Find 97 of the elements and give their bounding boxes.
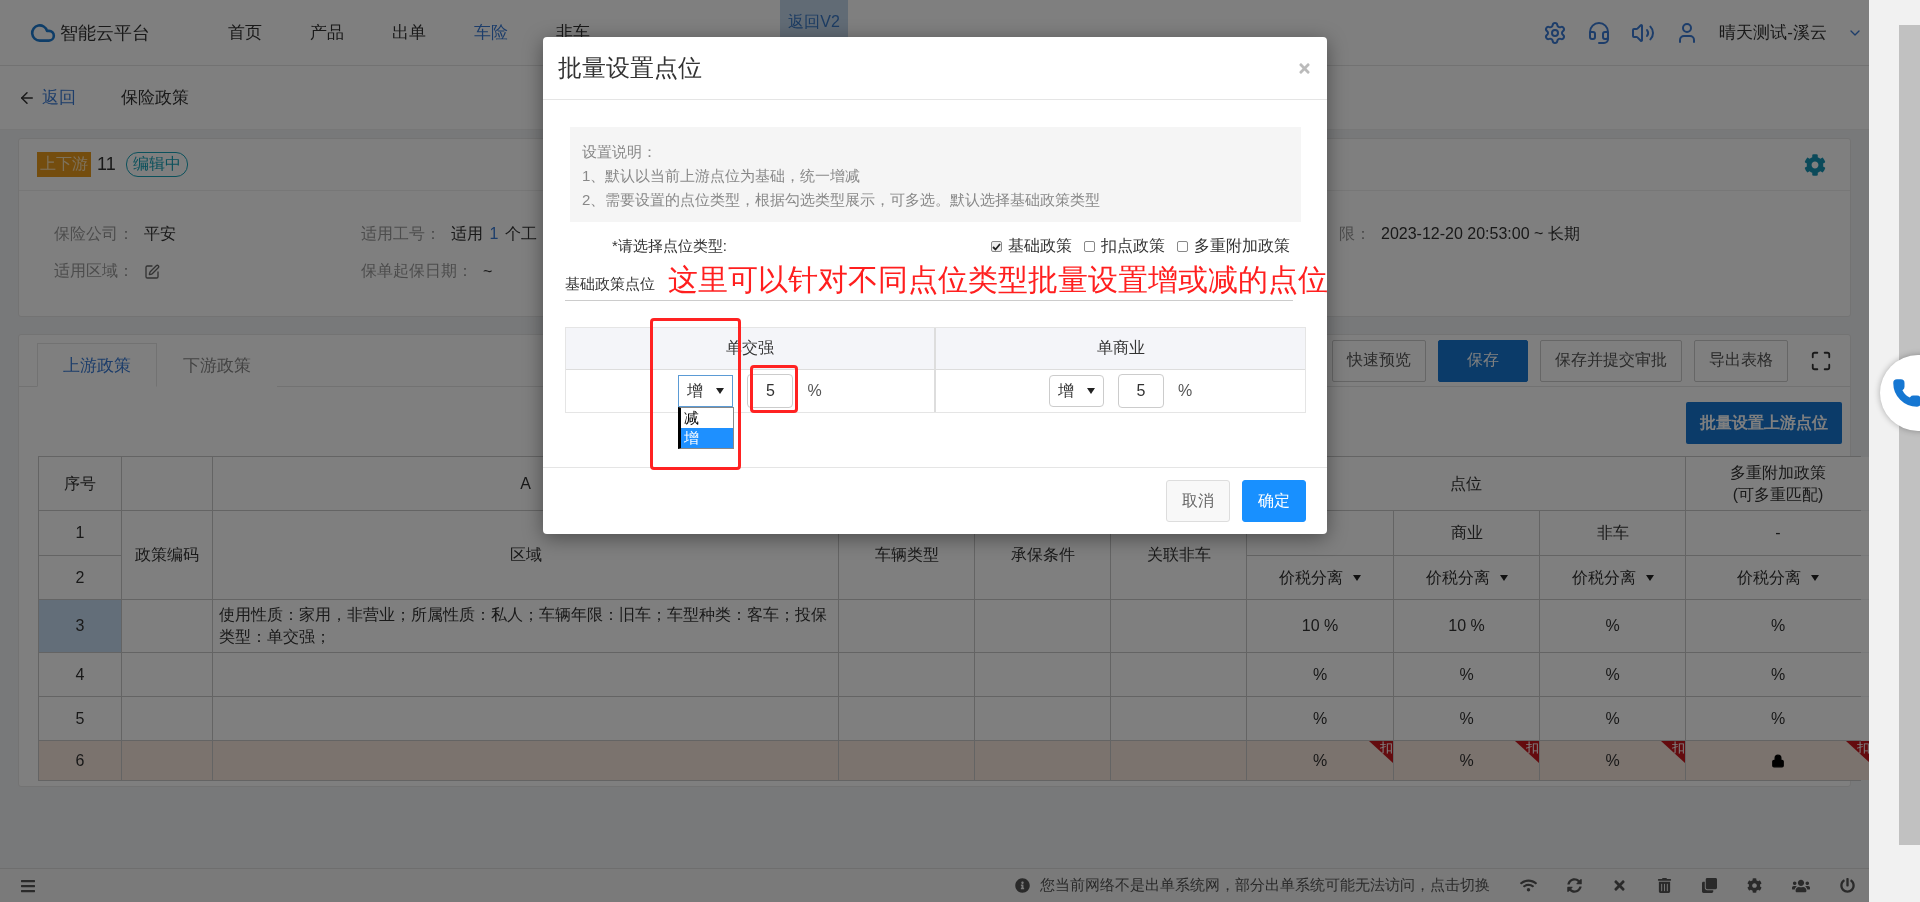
trash-icon[interactable] (1657, 878, 1672, 893)
field-value: 平安 (144, 224, 176, 244)
info-icon (1015, 878, 1030, 893)
table-cell-text: 10 % (1448, 616, 1485, 637)
fullscreen-icon[interactable] (1810, 349, 1832, 372)
caret-icon (1353, 574, 1361, 581)
row-number[interactable]: 2 (39, 556, 121, 599)
table-cell-text: % (1770, 664, 1786, 685)
refresh-icon[interactable] (1567, 878, 1582, 893)
table-cell: 使用性质：家用，非营业；所属性质：私人；车辆年限：旧车；车型种类：客车；投保类型：单交强； (213, 600, 838, 652)
unit-label: % (1177, 382, 1193, 400)
table-cell-text: % (1770, 708, 1786, 729)
policy-number: 11 (97, 154, 116, 175)
table-cell-text: % (1312, 664, 1328, 685)
toolbar-button[interactable]: 快速预览 (1332, 339, 1426, 382)
nav-item[interactable]: 首页 (228, 21, 310, 44)
tab[interactable]: 上游政策 (37, 343, 157, 387)
deduct-tag: 扣 (1515, 741, 1539, 763)
points-input[interactable]: 5 (1117, 374, 1164, 408)
app-name: 智能云平台 (60, 21, 150, 45)
type-checkbox[interactable]: 多重附加政策 (1177, 236, 1290, 257)
instruction-text: 1、默认以当前上游点位为基础，统一增减 (582, 166, 862, 186)
back-link[interactable]: 返回 (18, 86, 76, 109)
dialog-button[interactable]: 取消 (1166, 480, 1230, 522)
settings-icon[interactable] (1804, 153, 1826, 176)
field-value: 适用 1 个工 (451, 224, 537, 244)
table-cell-text: % (1459, 708, 1474, 729)
column-header: 单商业 (936, 328, 1305, 370)
table-cell-text: % (1605, 664, 1620, 685)
points-input[interactable]: 5 (747, 374, 794, 408)
toolbar-button[interactable]: 保存 (1438, 339, 1528, 382)
field-label: *请选择点位类型: (612, 237, 727, 256)
instruction-text: 设置说明： (582, 142, 658, 162)
table-cell-text: % (1312, 708, 1328, 729)
page-title: 保险政策 (121, 87, 189, 109)
column-header: 序号 (39, 457, 121, 510)
row-number[interactable]: 4 (39, 653, 121, 696)
wifi-icon[interactable] (1520, 877, 1537, 894)
user-name[interactable]: 晴天测试-溪云 (1719, 21, 1827, 44)
caret-icon (716, 388, 725, 394)
type-checkbox[interactable]: 扣点政策 (1084, 236, 1165, 257)
column-header: 商业 (1394, 511, 1539, 555)
instruction-text: 2、需要设置的点位类型，根据勾选类型展示，可多选。默认选择基础政策类型 (582, 190, 1102, 210)
field-value: ~ (483, 262, 493, 281)
menu-icon[interactable] (20, 877, 36, 894)
batch-set-button[interactable]: 批量设置上游点位 (1686, 402, 1842, 444)
table-cell-text: 10 % (1301, 616, 1339, 637)
row-number[interactable]: 1 (39, 511, 121, 555)
table-cell-text: % (1312, 750, 1328, 771)
column-header: - (1686, 511, 1870, 555)
section-title: 基础政策点位 (565, 275, 655, 292)
dialog-button[interactable]: 确定 (1242, 480, 1306, 522)
table-cell-text: % (1605, 616, 1620, 637)
direction-select[interactable]: 增 (1048, 375, 1104, 407)
nav-item[interactable]: 车险 (474, 21, 556, 44)
field-value: 2023-12-20 20:53:00 ~ 长期 (1381, 224, 1580, 244)
row-number[interactable]: 3 (39, 600, 121, 652)
caret-icon (1811, 574, 1819, 581)
table-cell-text: % (1770, 616, 1786, 637)
dialog-title: 批量设置点位 (558, 53, 702, 83)
annotation-text: 这里可以针对不同点位类型批量设置增或减的点位 (668, 262, 1328, 298)
close-icon[interactable] (1297, 60, 1312, 76)
check-icon (992, 242, 1001, 251)
caret-icon (1645, 574, 1654, 581)
highlight-frame (750, 365, 798, 413)
deduct-tag: 扣 (1369, 741, 1393, 763)
type-checkbox[interactable]: 基础政策 (991, 236, 1072, 257)
close-icon[interactable] (1612, 878, 1627, 893)
table-cell-text: % (1459, 664, 1474, 685)
row-number[interactable]: 5 (39, 697, 121, 740)
unit-label: % (807, 382, 822, 400)
dropdown-option[interactable]: 增 (681, 428, 734, 448)
type-badge: 上下游 (37, 152, 91, 177)
table-cell-text: % (1605, 750, 1620, 771)
toolbar-button[interactable]: 保存并提交审批 (1540, 339, 1682, 382)
toolbar-button[interactable]: 导出表格 (1694, 339, 1788, 382)
table-cell-text: % (1605, 708, 1620, 729)
lock-icon (1771, 753, 1785, 768)
settings-icon[interactable] (1747, 878, 1762, 893)
caret-icon (1499, 574, 1508, 581)
column-header: 多重附加政策 (可多重匹配) (1686, 457, 1870, 510)
column-header: 政策编码 (122, 511, 212, 599)
phone-icon (1892, 378, 1920, 408)
copy-icon[interactable] (1702, 878, 1717, 893)
column-header: 非车 (1540, 511, 1685, 555)
power-icon[interactable] (1840, 878, 1855, 893)
deduct-tag: 扣 (1661, 741, 1685, 763)
nav-item[interactable]: 出单 (392, 21, 474, 44)
headset-icon[interactable] (1587, 20, 1612, 45)
settings-icon[interactable] (1543, 20, 1568, 45)
caret-icon (1086, 388, 1095, 394)
table-cell-text: % (1459, 750, 1474, 771)
edit-icon[interactable] (144, 263, 160, 280)
status-badge: 编辑中 (125, 152, 188, 177)
row-number[interactable]: 6 (39, 741, 121, 780)
network-notice[interactable]: 您当前网络不是出单系统网，部分出单系统可能无法访问，点击切换 (1015, 876, 1490, 895)
nav-item[interactable]: 产品 (310, 21, 392, 44)
